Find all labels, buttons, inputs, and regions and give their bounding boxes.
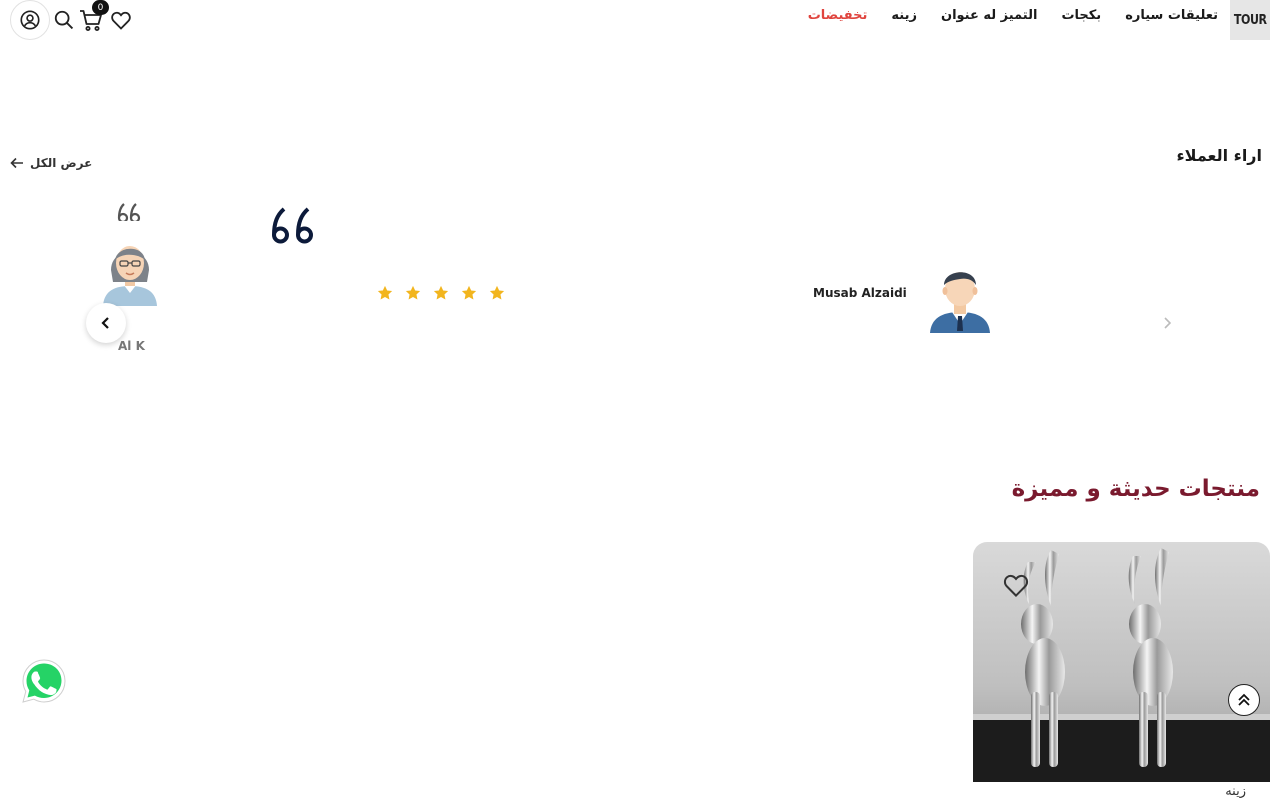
double-chevron-up-icon [1238,693,1250,706]
quote-icon [117,203,141,221]
star-icon [377,285,393,300]
whatsapp-icon [22,659,66,703]
star-icon [489,285,505,300]
view-all-link[interactable]: عرض الكل [10,156,92,170]
star-icon [405,285,421,300]
search-button[interactable] [52,4,76,36]
customer-avatar-female [103,246,157,306]
customer-avatar-male [930,272,990,333]
logo-text: TOUR [1233,12,1267,28]
carousel-next-button[interactable] [1159,314,1175,332]
rating-stars [376,284,506,302]
main-nav: تعليقات سياره بكجات التميز له عنوان زينه… [808,8,1218,23]
account-icon [20,10,40,30]
cart-count-badge: 0 [92,0,109,15]
customer-name: Musab Alzaidi [813,286,907,300]
nav-item-sale[interactable]: تخفيضات [808,8,868,23]
account-button[interactable] [10,0,50,40]
nav-item-car-hangers[interactable]: تعليقات سياره [1125,8,1218,23]
chevron-right-icon [1164,317,1171,329]
product-category: زينه [1225,784,1246,799]
product-wishlist-button[interactable] [1000,570,1034,602]
heart-icon [1003,574,1029,598]
wishlist-button[interactable] [108,4,134,36]
nav-item-distinction[interactable]: التميز له عنوان [941,8,1037,23]
testimonials-title: اراء العملاء [1176,146,1262,165]
view-all-label: عرض الكل [30,156,93,170]
scroll-to-top-button[interactable] [1228,684,1260,716]
carousel-prev-button[interactable] [86,303,126,343]
star-icon [461,285,477,300]
nav-item-packages[interactable]: بكجات [1061,8,1101,23]
nav-item-decor[interactable]: زينه [891,8,917,23]
star-icon [433,285,449,300]
arrow-left-icon [10,157,23,169]
products-section-title: منتجات حديثة و مميزة [1011,476,1260,502]
site-logo[interactable]: TOUR [1230,0,1270,40]
search-icon [54,10,74,30]
customer-name: Al K [118,339,145,353]
quote-icon [272,207,314,244]
whatsapp-button[interactable] [20,657,68,705]
heart-icon [111,11,131,30]
chevron-left-icon [101,317,109,329]
